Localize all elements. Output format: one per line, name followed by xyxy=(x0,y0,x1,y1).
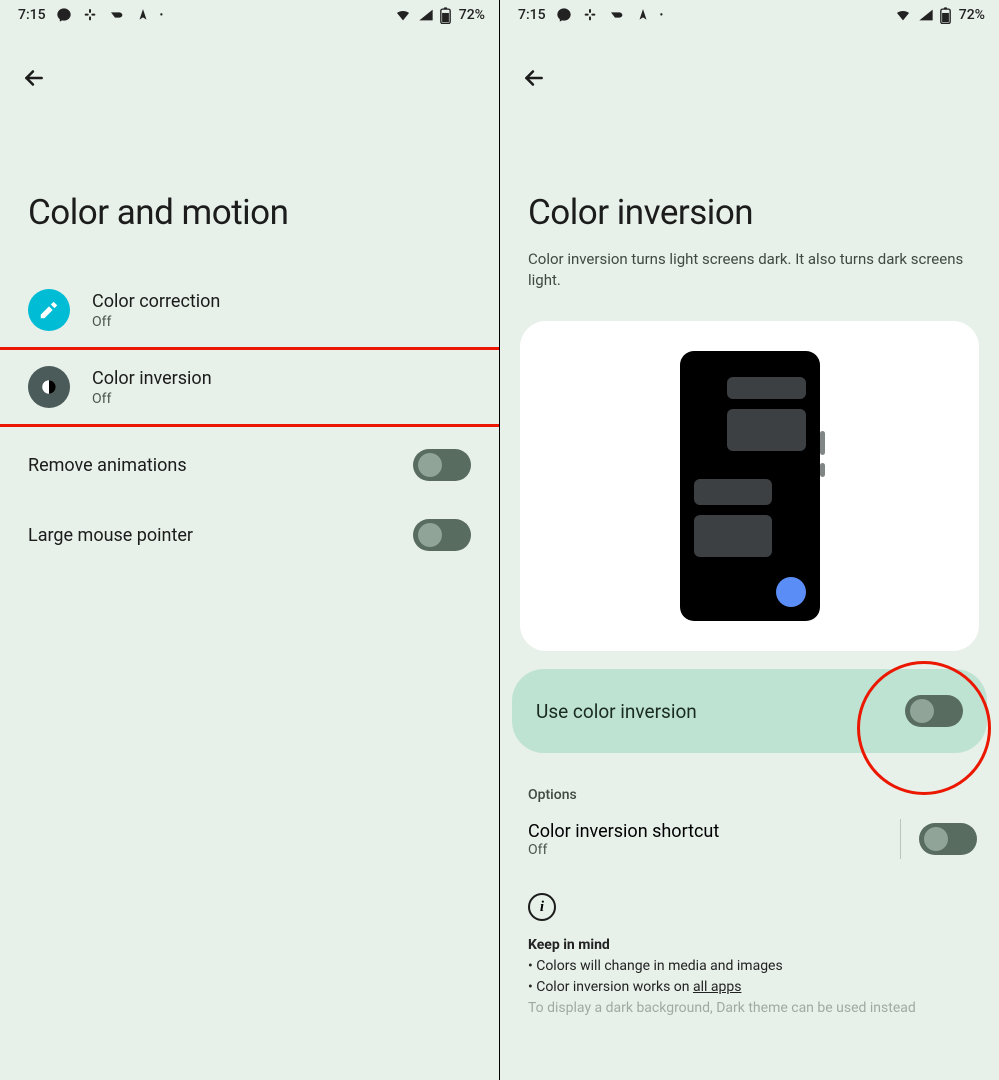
messenger-icon xyxy=(56,7,72,23)
status-bar: 7:15 • 72% xyxy=(500,0,999,30)
doordash-icon xyxy=(108,7,126,23)
battery-pct: 72% xyxy=(959,7,985,23)
battery-pct: 72% xyxy=(459,7,485,23)
clock: 7:15 xyxy=(18,7,46,23)
remove-animations-toggle[interactable] xyxy=(413,449,471,481)
row-status: Off xyxy=(528,842,882,858)
clock: 7:15 xyxy=(518,7,546,23)
wifi-icon xyxy=(394,7,412,23)
keep-item-3: To display a dark background, Dark theme… xyxy=(528,1000,916,1016)
slack-icon xyxy=(582,7,598,23)
page-title: Color and motion xyxy=(0,102,499,273)
row-label: Large mouse pointer xyxy=(28,525,391,546)
battery-icon xyxy=(440,7,451,24)
row-status: Off xyxy=(92,391,471,407)
screen-color-and-motion: 7:15 • 72% Color and motion Color correc… xyxy=(0,0,499,1080)
back-button[interactable] xyxy=(510,54,558,102)
row-shortcut[interactable]: Color inversion shortcut Off xyxy=(500,809,999,869)
messenger-icon xyxy=(556,7,572,23)
nav-icon xyxy=(636,7,650,23)
status-bar: 7:15 • 72% xyxy=(0,0,499,30)
use-color-inversion-toggle[interactable] xyxy=(905,695,963,727)
row-color-correction[interactable]: Color correction Off xyxy=(0,273,499,347)
keep-item-1: Colors will change in media and images xyxy=(536,958,783,974)
back-button[interactable] xyxy=(10,54,58,102)
row-label: Color inversion shortcut xyxy=(528,821,882,842)
more-dot-icon: • xyxy=(660,10,664,21)
doordash-icon xyxy=(608,7,626,23)
divider-line xyxy=(900,819,901,859)
options-header: Options xyxy=(500,753,999,809)
wifi-icon xyxy=(894,7,912,23)
row-use-color-inversion[interactable]: Use color inversion xyxy=(512,669,987,753)
highlight-annotation: Color inversion Off xyxy=(0,347,499,427)
illustration-phone xyxy=(680,351,820,621)
keep-item-2b: all apps xyxy=(693,979,741,995)
more-dot-icon: • xyxy=(160,10,164,21)
keep-item-2a: Color inversion works on xyxy=(536,979,693,995)
row-color-inversion[interactable]: Color inversion Off xyxy=(0,350,499,424)
row-label: Color inversion xyxy=(92,368,471,389)
row-remove-animations[interactable]: Remove animations xyxy=(0,427,499,499)
slack-icon xyxy=(82,7,98,23)
info-icon-row: i xyxy=(500,869,999,927)
row-status: Off xyxy=(92,314,471,330)
info-icon: i xyxy=(528,893,556,921)
nav-icon xyxy=(136,7,150,23)
signal-icon xyxy=(918,7,934,23)
back-arrow-icon xyxy=(521,65,547,91)
large-mouse-toggle[interactable] xyxy=(413,519,471,551)
signal-icon xyxy=(418,7,434,23)
screen-color-inversion: 7:15 • 72% Color inversion Color inversi… xyxy=(500,0,999,1080)
page-title: Color inversion xyxy=(500,102,999,259)
back-arrow-icon xyxy=(21,65,47,91)
row-label: Use color inversion xyxy=(536,700,697,723)
eyedropper-icon xyxy=(28,289,70,331)
contrast-icon xyxy=(28,366,70,408)
preview-illustration xyxy=(520,321,979,651)
row-label: Color correction xyxy=(92,291,471,312)
battery-icon xyxy=(940,7,951,24)
page-subtitle: Color inversion turns light screens dark… xyxy=(500,249,999,311)
row-label: Remove animations xyxy=(28,455,391,476)
keep-in-mind: Keep in mind • Colors will change in med… xyxy=(500,927,999,1019)
keep-header: Keep in mind xyxy=(528,937,610,953)
row-large-mouse[interactable]: Large mouse pointer xyxy=(0,499,499,571)
shortcut-toggle[interactable] xyxy=(919,823,977,855)
